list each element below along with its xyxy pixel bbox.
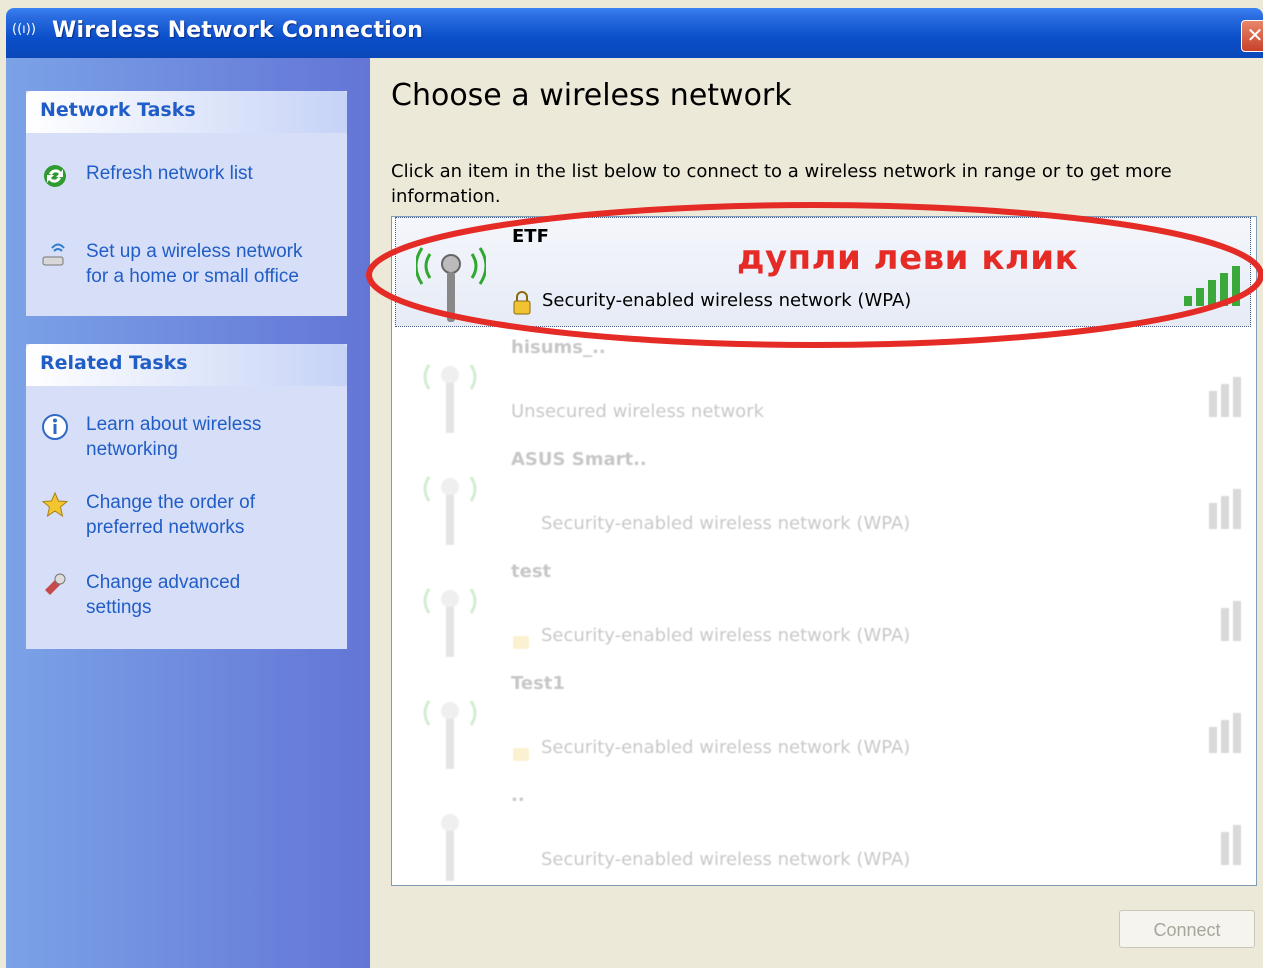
setup-wireless-network-link[interactable]: Set up a wireless network for a home or … bbox=[40, 239, 340, 294]
related-tasks-title: Related Tasks bbox=[40, 352, 188, 374]
instruction-text: Click an item in the list below to conne… bbox=[391, 161, 1172, 207]
network-item[interactable]: ASUS Smart.. Security-enabled wireless n… bbox=[395, 441, 1251, 551]
network-security: Security-enabled wireless network (WPA) bbox=[542, 290, 912, 311]
annotation-text: дупли леви клик bbox=[737, 238, 1079, 278]
signal-strength-icon bbox=[1184, 266, 1240, 306]
network-name: ASUS Smart.. bbox=[511, 449, 647, 470]
signal-strength-icon bbox=[1221, 601, 1241, 641]
refresh-network-list-label: Refresh network list bbox=[86, 163, 253, 184]
setup-wireless-network-label: Set up a wireless network for a home or … bbox=[86, 241, 303, 287]
signal-strength-icon bbox=[1209, 377, 1241, 417]
signal-strength-icon bbox=[1221, 825, 1241, 865]
main-content: Choose a wireless network Click an item … bbox=[370, 58, 1263, 968]
change-order-label: Change the order of preferred networks bbox=[86, 492, 256, 538]
signal-strength-icon bbox=[1209, 713, 1241, 753]
close-button[interactable]: ✕ bbox=[1241, 20, 1263, 52]
network-item[interactable]: test Security-enabled wireless network (… bbox=[395, 553, 1251, 663]
network-security: Security-enabled wireless network (WPA) bbox=[541, 737, 911, 758]
settings-icon bbox=[40, 570, 70, 600]
wireless-setup-icon bbox=[40, 239, 70, 269]
change-advanced-settings-link[interactable]: Change advanced settings bbox=[40, 570, 340, 625]
lock-icon bbox=[513, 291, 531, 315]
antenna-icon bbox=[441, 814, 459, 881]
antenna-icon bbox=[423, 700, 477, 769]
network-tasks-header[interactable]: Network Tasks bbox=[26, 91, 347, 133]
learn-wireless-link[interactable]: Learn about wireless networking bbox=[40, 412, 340, 467]
close-icon: ✕ bbox=[1246, 23, 1263, 47]
network-tasks-title: Network Tasks bbox=[40, 99, 196, 121]
info-icon bbox=[40, 412, 70, 442]
antenna-icon bbox=[423, 476, 477, 545]
related-tasks-header[interactable]: Related Tasks bbox=[26, 344, 347, 386]
learn-wireless-label: Learn about wireless networking bbox=[86, 414, 262, 460]
refresh-icon bbox=[40, 161, 70, 191]
related-tasks-panel: Related Tasks Learn about wireless netwo… bbox=[26, 344, 347, 649]
network-name: Test1 bbox=[511, 673, 565, 694]
network-name: .. bbox=[511, 785, 525, 806]
change-advanced-settings-label: Change advanced settings bbox=[86, 572, 241, 618]
antenna-icon bbox=[423, 588, 477, 657]
network-item[interactable]: hisums_.. Unsecured wireless network bbox=[395, 329, 1251, 439]
network-tasks-panel: Network Tasks Refresh network list Set u… bbox=[26, 91, 347, 316]
star-icon bbox=[40, 490, 70, 520]
network-item[interactable]: Test1 Security-enabled wireless network … bbox=[395, 665, 1251, 775]
network-list[interactable]: ETF Security-enabled wireless network (W… bbox=[391, 216, 1257, 886]
network-security: Security-enabled wireless network (WPA) bbox=[541, 849, 911, 870]
network-security: Security-enabled wireless network (WPA) bbox=[541, 625, 911, 646]
lock-icon bbox=[513, 636, 529, 649]
antenna-icon bbox=[416, 247, 486, 322]
network-name: test bbox=[511, 561, 552, 582]
signal-strength-icon bbox=[1209, 489, 1241, 529]
window-title: Wireless Network Connection bbox=[52, 18, 424, 43]
refresh-network-list-link[interactable]: Refresh network list bbox=[40, 161, 340, 191]
connect-button[interactable]: Connect bbox=[1119, 910, 1255, 948]
page-title: Choose a wireless network bbox=[391, 78, 792, 113]
antenna-icon bbox=[423, 364, 477, 433]
network-name: ETF bbox=[512, 226, 549, 247]
network-name: hisums_.. bbox=[511, 337, 606, 358]
lock-icon bbox=[513, 748, 529, 761]
wireless-connection-window: ((ı)) Wireless Network Connection ✕ Netw… bbox=[0, 0, 1263, 968]
wireless-title-icon: ((ı)) bbox=[12, 22, 36, 37]
network-security: Security-enabled wireless network (WPA) bbox=[541, 513, 911, 534]
network-security: Unsecured wireless network bbox=[511, 401, 765, 422]
title-bar[interactable]: ((ı)) Wireless Network Connection ✕ bbox=[6, 8, 1263, 58]
change-order-link[interactable]: Change the order of preferred networks bbox=[40, 490, 340, 545]
sidebar: Network Tasks Refresh network list Set u… bbox=[6, 58, 370, 968]
network-item[interactable]: .. Security-enabled wireless network (WP… bbox=[395, 777, 1251, 885]
